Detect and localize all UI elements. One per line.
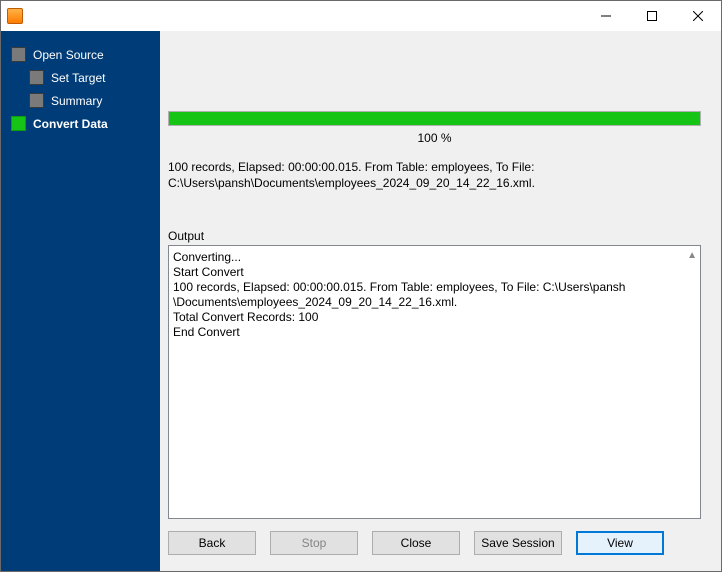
sidebar-item-open-source[interactable]: Open Source	[1, 43, 160, 66]
output-line: 100 records, Elapsed: 00:00:00.015. From…	[173, 280, 680, 295]
step-icon	[11, 116, 26, 131]
sidebar-item-set-target[interactable]: Set Target	[1, 66, 160, 89]
summary-text: 100 records, Elapsed: 00:00:00.015. From…	[168, 159, 701, 191]
save-session-button[interactable]: Save Session	[474, 531, 562, 555]
minimize-button[interactable]	[583, 1, 629, 31]
titlebar-left	[1, 8, 29, 24]
sidebar-item-summary[interactable]: Summary	[1, 89, 160, 112]
progress-fill	[169, 112, 700, 125]
content-panel: 100 % 100 records, Elapsed: 00:00:00.015…	[160, 31, 721, 571]
sidebar-item-label: Summary	[51, 94, 102, 108]
close-window-button[interactable]	[675, 1, 721, 31]
output-line: End Convert	[173, 325, 680, 340]
step-icon	[11, 47, 26, 62]
output-line: Converting...	[173, 250, 680, 265]
stop-button[interactable]: Stop	[270, 531, 358, 555]
maximize-button[interactable]	[629, 1, 675, 31]
sidebar-item-label: Set Target	[51, 71, 105, 85]
progress-percent-label: 100 %	[168, 131, 701, 145]
titlebar	[1, 1, 721, 31]
output-textarea[interactable]: ▲ Converting... Start Convert 100 record…	[168, 245, 701, 519]
back-button[interactable]: Back	[168, 531, 256, 555]
output-label: Output	[168, 229, 701, 243]
summary-line-1: 100 records, Elapsed: 00:00:00.015. From…	[168, 160, 534, 174]
button-row: Back Stop Close Save Session View	[160, 519, 721, 571]
summary-line-2: C:\Users\pansh\Documents\employees_2024_…	[168, 176, 535, 190]
output-line: Total Convert Records: 100	[173, 310, 680, 325]
progress-region: 100 % 100 records, Elapsed: 00:00:00.015…	[160, 31, 721, 199]
sidebar: Open Source Set Target Summary Convert D…	[1, 31, 160, 571]
scroll-up-icon[interactable]: ▲	[687, 248, 697, 263]
sidebar-item-label: Convert Data	[33, 117, 108, 131]
app-icon	[7, 8, 23, 24]
step-icon	[29, 70, 44, 85]
output-line: Start Convert	[173, 265, 680, 280]
step-icon	[29, 93, 44, 108]
window-controls	[583, 1, 721, 31]
sidebar-item-label: Open Source	[33, 48, 104, 62]
progress-bar	[168, 111, 701, 126]
output-line: \Documents\employees_2024_09_20_14_22_16…	[173, 295, 680, 310]
close-button[interactable]: Close	[372, 531, 460, 555]
view-button[interactable]: View	[576, 531, 664, 555]
main-area: Open Source Set Target Summary Convert D…	[1, 31, 721, 571]
sidebar-item-convert-data[interactable]: Convert Data	[1, 112, 160, 135]
